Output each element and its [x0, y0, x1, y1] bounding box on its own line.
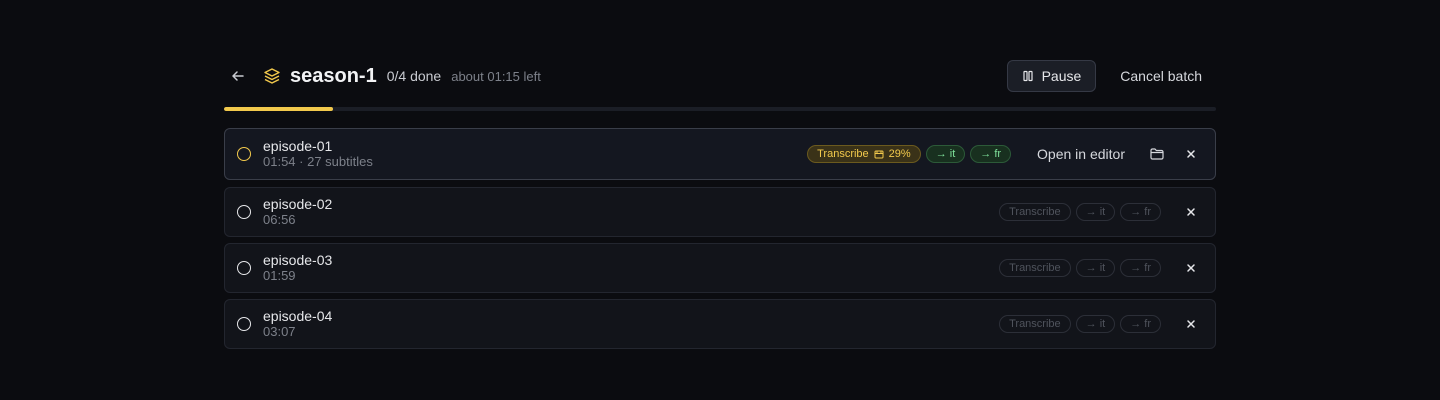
- episode-name: episode-03: [263, 252, 333, 268]
- pause-button[interactable]: Pause: [1006, 60, 1097, 92]
- transcribe-badge: Transcribe: [999, 315, 1071, 333]
- episode-meta: episode-01 01:54 · 27 subtitles: [263, 138, 373, 170]
- episode-meta: episode-03 01:59: [263, 252, 333, 284]
- episode-name: episode-02: [263, 196, 333, 212]
- back-button[interactable]: [224, 62, 252, 90]
- translate-fr-badge: → fr: [1120, 315, 1161, 333]
- close-icon: [1187, 320, 1195, 328]
- close-icon: [1187, 150, 1195, 158]
- time-left: about 01:15 left: [451, 68, 541, 84]
- translate-it-badge: → it: [1075, 259, 1116, 277]
- status-indicator: [237, 205, 251, 219]
- header-actions: Pause Cancel batch: [1006, 60, 1216, 92]
- folder-button[interactable]: [1147, 144, 1167, 164]
- close-icon: [1187, 208, 1195, 216]
- status-indicator: [237, 261, 251, 275]
- translate-fr-badge: → fr: [1120, 259, 1161, 277]
- episode-row[interactable]: episode-02 06:56 Transcribe → it → fr: [224, 187, 1216, 237]
- folder-icon: [1150, 148, 1164, 160]
- episode-meta: episode-04 03:07: [263, 308, 333, 340]
- batch-title: season-1: [290, 64, 377, 87]
- episode-actions: Transcribe → it → fr: [994, 244, 1201, 292]
- pause-label: Pause: [1041, 68, 1082, 84]
- episode-actions: Transcribe → it → fr: [994, 300, 1201, 348]
- transcribe-badge: Transcribe: [999, 203, 1071, 221]
- cancel-batch-button[interactable]: Cancel batch: [1106, 61, 1216, 91]
- arrow-left-icon: [232, 71, 244, 81]
- episode-sub: 01:54 · 27 subtitles: [263, 154, 373, 169]
- translate-fr-badge: → fr: [970, 145, 1012, 163]
- episode-actions: Transcribe → it → fr: [994, 188, 1201, 236]
- pause-icon: [1022, 70, 1033, 82]
- episode-sub: 06:56: [263, 212, 296, 227]
- episode-sub: 01:59: [263, 268, 296, 283]
- close-icon: [1187, 264, 1195, 272]
- episode-name: episode-01: [263, 138, 333, 154]
- batch-header: season-1 0/4 done about 01:15 left Pause…: [224, 56, 1216, 96]
- transcribe-badge: Transcribe 29%: [807, 145, 921, 163]
- episode-row[interactable]: episode-04 03:07 Transcribe → it → fr: [224, 299, 1216, 349]
- remove-episode-button[interactable]: [1181, 202, 1201, 222]
- episode-actions: Transcribe 29% → it → fr Open in editor: [802, 129, 1201, 179]
- episode-row[interactable]: episode-01 01:54 · 27 subtitles Transcri…: [224, 128, 1216, 180]
- remove-episode-button[interactable]: [1181, 144, 1201, 164]
- layers-icon: [260, 64, 284, 88]
- batch-progress-fill: [224, 107, 334, 111]
- remove-episode-button[interactable]: [1181, 314, 1201, 334]
- status-indicator: [237, 317, 251, 331]
- episode-sub: 03:07: [263, 324, 296, 339]
- transcribe-label: Transcribe: [817, 148, 869, 160]
- translate-it-badge: → it: [1075, 203, 1116, 221]
- transcribe-percent: 29%: [888, 148, 911, 160]
- status-indicator: [237, 147, 251, 161]
- translate-it-badge: → it: [925, 145, 966, 163]
- episode-row[interactable]: episode-03 01:59 Transcribe → it → fr: [224, 243, 1216, 293]
- episode-name: episode-04: [263, 308, 333, 324]
- translate-it-badge: → it: [1075, 315, 1116, 333]
- open-in-editor-button[interactable]: Open in editor: [1037, 146, 1125, 162]
- batch-progress-bar: [224, 107, 1216, 111]
- batch-panel: season-1 0/4 done about 01:15 left Pause…: [224, 56, 1216, 349]
- episode-meta: episode-02 06:56: [263, 196, 333, 228]
- transcribe-badge: Transcribe: [999, 259, 1071, 277]
- film-icon: [874, 150, 884, 159]
- episode-list: episode-01 01:54 · 27 subtitles Transcri…: [224, 128, 1216, 355]
- remove-episode-button[interactable]: [1181, 258, 1201, 278]
- translate-fr-badge: → fr: [1120, 203, 1161, 221]
- done-count: 0/4 done: [386, 68, 442, 84]
